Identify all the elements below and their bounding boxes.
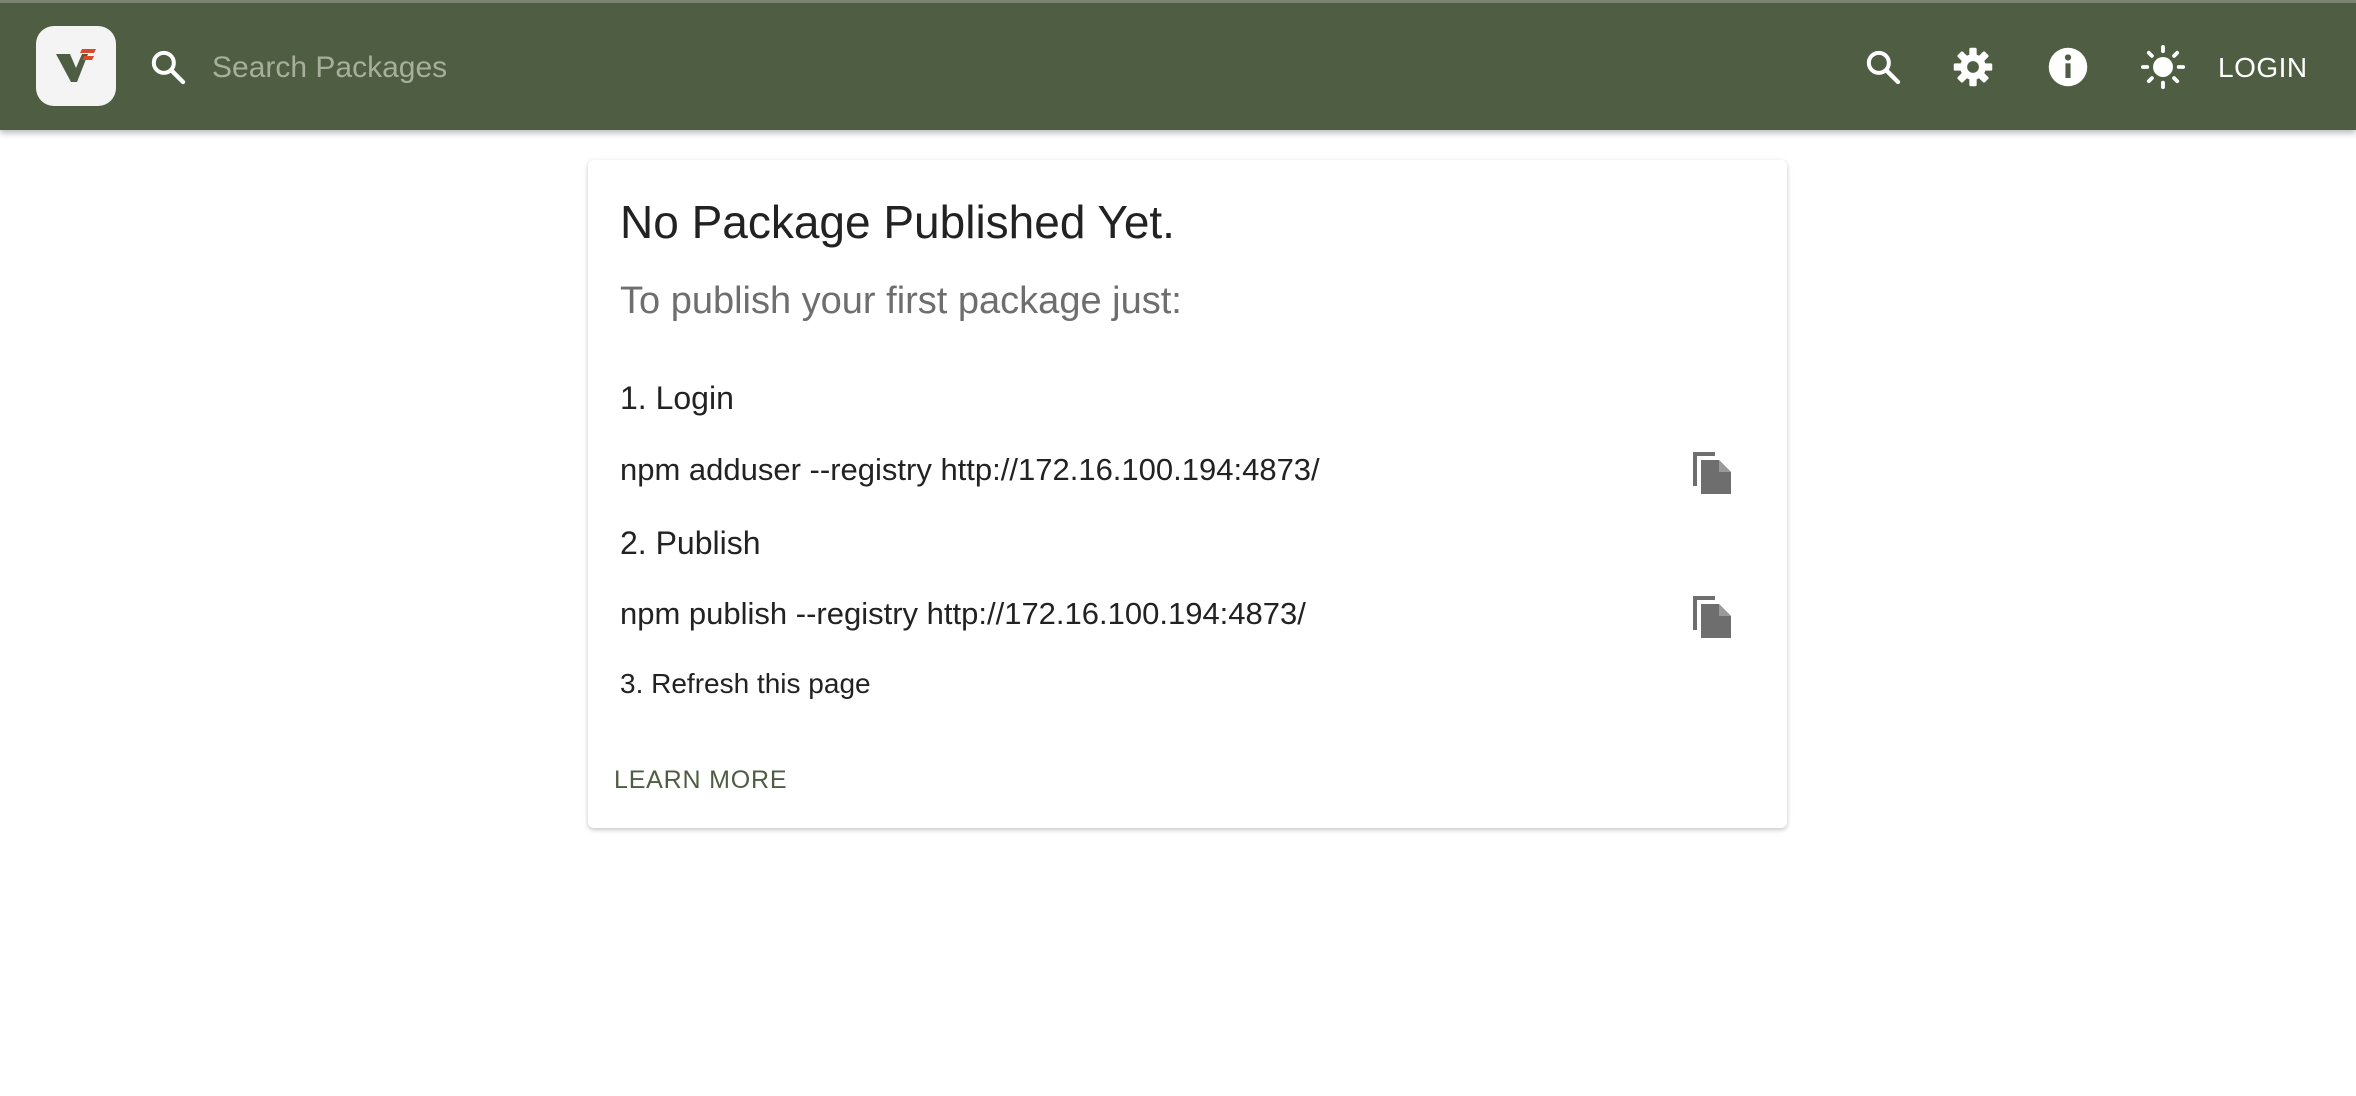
info-icon (2048, 47, 2088, 87)
step-refresh: 3. Refresh this page (620, 668, 871, 699)
copy-icon (1693, 596, 1731, 638)
publish-command: npm publish --registry http://172.16.100… (620, 596, 1306, 631)
step-login-heading: 1. Login (620, 380, 734, 416)
login-command: npm adduser --registry http://172.16.100… (620, 452, 1320, 487)
card-title: No Package Published Yet. (620, 196, 1175, 248)
card-subtitle: To publish your first package just: (620, 280, 1182, 322)
step-publish-heading: 2. Publish (620, 525, 761, 561)
verdaccio-logo[interactable] (36, 26, 116, 106)
copy-publish-command-button[interactable] (1681, 586, 1741, 646)
verdaccio-logo-icon (56, 49, 96, 82)
search-icon (148, 47, 188, 87)
top-app-bar: LOGIN (0, 0, 2356, 130)
login-command-row: npm adduser --registry http://172.16.100… (620, 442, 1740, 502)
login-button[interactable]: LOGIN (2218, 43, 2308, 93)
copy-login-command-button[interactable] (1681, 442, 1741, 502)
copy-icon (1693, 452, 1731, 494)
publish-command-row: npm publish --registry http://172.16.100… (620, 586, 1740, 646)
info-button[interactable] (2045, 44, 2091, 90)
sun-icon (2140, 44, 2186, 90)
search-icon (1866, 50, 1901, 85)
theme-toggle-button[interactable] (2140, 44, 2186, 90)
search-button[interactable] (1860, 44, 1906, 90)
settings-button[interactable] (1950, 44, 1996, 90)
empty-state-card: No Package Published Yet. To publish you… (588, 160, 1787, 828)
gear-icon (1953, 47, 1993, 87)
search-input[interactable] (212, 43, 1112, 93)
learn-more-link[interactable]: LEARN MORE (614, 766, 787, 795)
